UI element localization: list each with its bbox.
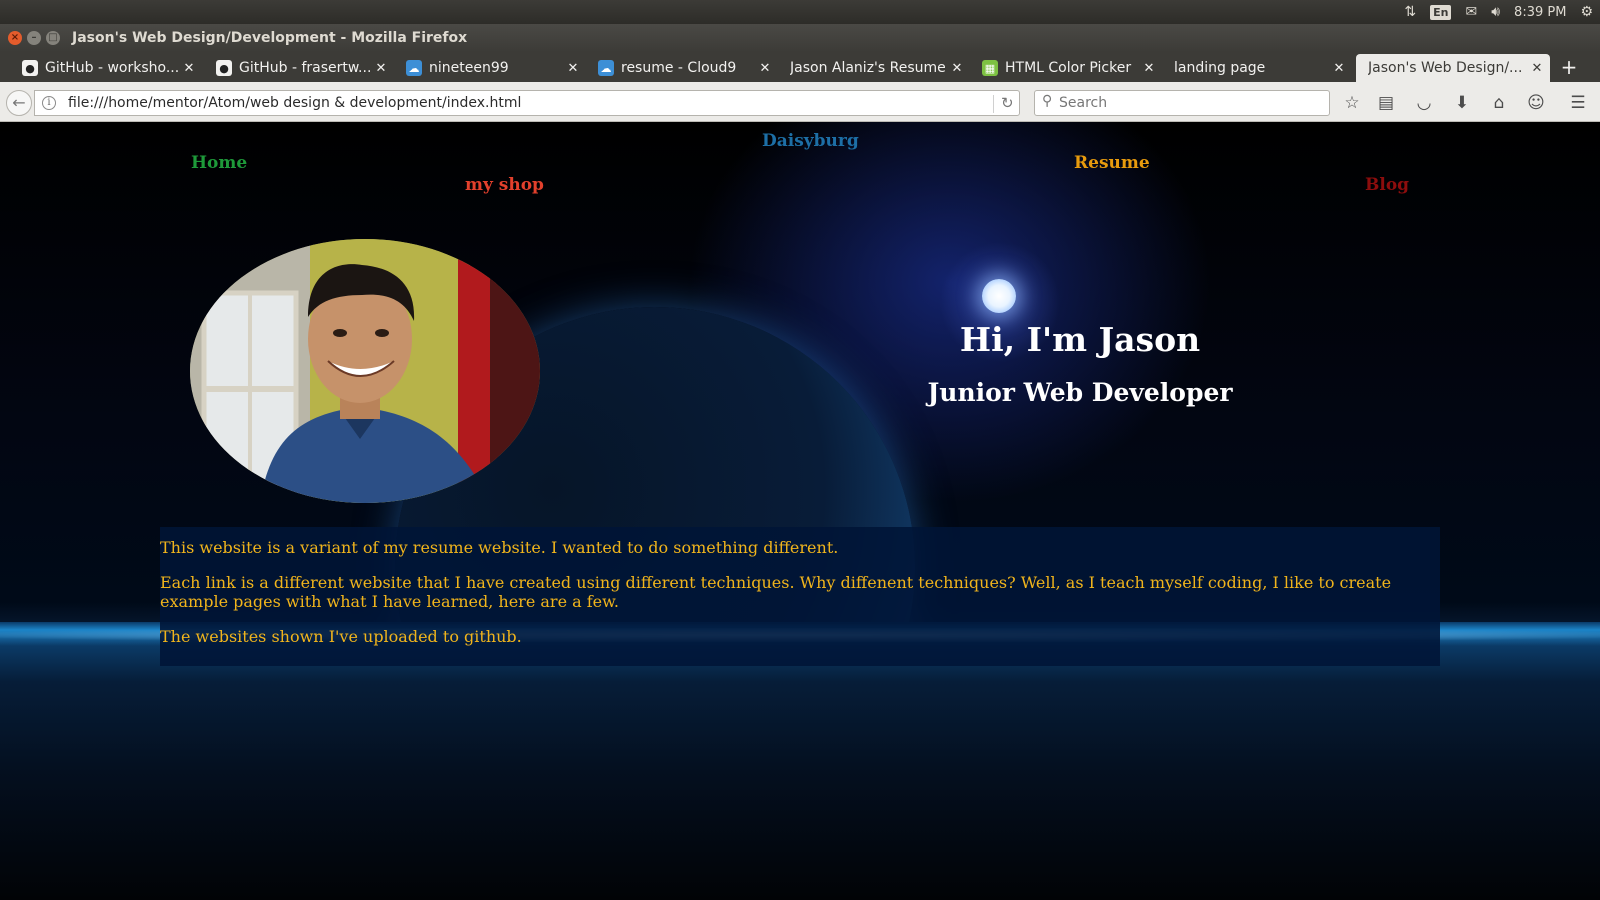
system-top-panel: ⇅ En ✉ 🔊︎ 8:39 PM ⚙ <box>0 0 1600 24</box>
download-arrow-icon[interactable]: ⬇ <box>1450 91 1474 115</box>
about-section: This website is a variant of my resume w… <box>160 527 1440 666</box>
about-paragraph-2: Each link is a different website that I … <box>160 573 1392 611</box>
github-icon: ● <box>22 60 38 76</box>
new-tab-plus-icon[interactable]: + <box>1556 56 1582 80</box>
tab-label: nineteen99 <box>429 60 509 76</box>
window-minimize-icon[interactable]: – <box>27 31 41 45</box>
hero-subtitle: Junior Web Developer <box>927 378 1233 407</box>
glowing-star <box>982 279 1016 313</box>
tab-label: Jason Alaniz's Resume <box>790 60 946 76</box>
about-paragraph-3: The websites shown I've uploaded to gith… <box>160 627 522 646</box>
about-paragraph-1: This website is a variant of my resume w… <box>160 538 839 557</box>
close-icon[interactable]: ✕ <box>180 61 198 76</box>
close-icon[interactable]: ✕ <box>1528 61 1546 76</box>
url-text[interactable]: file:///home/mentor/Atom/web design & de… <box>68 95 521 111</box>
search-input[interactable] <box>1059 94 1319 112</box>
search-icon: ⚲ <box>1042 93 1053 109</box>
cloud9-icon: ☁ <box>598 60 614 76</box>
network-arrows-icon[interactable]: ⇅ <box>1397 0 1423 24</box>
tab-github-frasertw[interactable]: ● GitHub - frasertw... ✕ <box>202 54 394 82</box>
url-bar[interactable]: i file:///home/mentor/Atom/web design & … <box>34 90 1020 116</box>
hero-title: Hi, I'm Jason <box>959 320 1201 359</box>
home-icon[interactable]: ⌂ <box>1487 91 1511 115</box>
site-name-link[interactable]: Daisyburg <box>762 131 859 151</box>
power-gear-icon[interactable]: ⚙ <box>1573 0 1600 24</box>
color-picker-icon: ▦ <box>982 60 998 76</box>
navigation-toolbar: ← i file:///home/mentor/Atom/web design … <box>0 82 1600 122</box>
mail-icon[interactable]: ✉ <box>1458 0 1484 24</box>
tab-label: Jason's Web Design/... <box>1368 60 1523 76</box>
nav-link-blog[interactable]: Blog <box>1365 175 1409 195</box>
window-maximize-icon[interactable]: □ <box>46 31 60 45</box>
site-info-icon[interactable]: i <box>42 96 56 110</box>
tab-label: landing page <box>1174 60 1266 76</box>
cloud9-icon: ☁ <box>406 60 422 76</box>
keyboard-layout-label: En <box>1430 4 1452 20</box>
tab-html-color-picker[interactable]: ▦ HTML Color Picker ✕ <box>970 54 1162 82</box>
hamburger-menu-icon[interactable]: ☰ <box>1566 91 1590 115</box>
chat-bubble-icon[interactable]: ☺ <box>1524 91 1548 115</box>
close-icon[interactable]: ✕ <box>564 61 582 76</box>
tab-label: GitHub - frasertw... <box>239 60 372 76</box>
url-divider <box>993 95 994 113</box>
keyboard-layout-icon[interactable]: En <box>1423 0 1458 24</box>
volume-icon[interactable]: 🔊︎ <box>1484 0 1507 24</box>
tab-github-workshop[interactable]: ● GitHub - worksho... ✕ <box>0 54 202 82</box>
system-tray: ⇅ En ✉ 🔊︎ 8:39 PM ⚙ <box>1397 0 1600 24</box>
reload-icon[interactable]: ↻ <box>1001 94 1014 112</box>
tab-label: HTML Color Picker <box>1005 60 1132 76</box>
nav-link-home[interactable]: Home <box>191 153 247 173</box>
close-icon[interactable]: ✕ <box>756 61 774 76</box>
tab-jason-resume[interactable]: Jason Alaniz's Resume ✕ <box>778 54 970 82</box>
tab-landing-page[interactable]: landing page ✕ <box>1162 54 1352 82</box>
search-box[interactable]: ⚲ <box>1034 90 1330 116</box>
bookmark-star-icon[interactable]: ☆ <box>1340 91 1364 115</box>
tab-resume-cloud9[interactable]: ☁ resume - Cloud9 ✕ <box>586 54 778 82</box>
close-icon[interactable]: ✕ <box>948 61 966 76</box>
tab-label: resume - Cloud9 <box>621 60 737 76</box>
clock[interactable]: 8:39 PM <box>1507 0 1573 24</box>
window-titlebar[interactable]: × – □ Jason's Web Design/Development - M… <box>0 24 1600 52</box>
tab-jason-web-design-active[interactable]: Jason's Web Design/... ✕ <box>1356 54 1550 82</box>
close-icon[interactable]: ✕ <box>1330 61 1348 76</box>
close-icon[interactable]: ✕ <box>372 61 390 76</box>
nav-link-my-shop[interactable]: my shop <box>465 175 544 195</box>
window-close-icon[interactable]: × <box>8 31 22 45</box>
web-page-content: Daisyburg Home my shop Resume Blog Hi, I… <box>0 122 1600 900</box>
tab-strip: ● GitHub - worksho... ✕ ● GitHub - frase… <box>0 52 1600 82</box>
profile-photo <box>190 239 540 503</box>
pocket-icon[interactable]: ◡ <box>1412 91 1436 115</box>
tab-label: GitHub - worksho... <box>45 60 180 76</box>
close-icon[interactable]: ✕ <box>1140 61 1158 76</box>
window-title: Jason's Web Design/Development - Mozilla… <box>72 30 468 46</box>
github-icon: ● <box>216 60 232 76</box>
back-arrow-icon[interactable]: ← <box>6 90 32 116</box>
tab-nineteen99[interactable]: ☁ nineteen99 ✕ <box>394 54 586 82</box>
nav-link-resume[interactable]: Resume <box>1074 153 1150 173</box>
reader-list-icon[interactable]: ▤ <box>1374 91 1398 115</box>
